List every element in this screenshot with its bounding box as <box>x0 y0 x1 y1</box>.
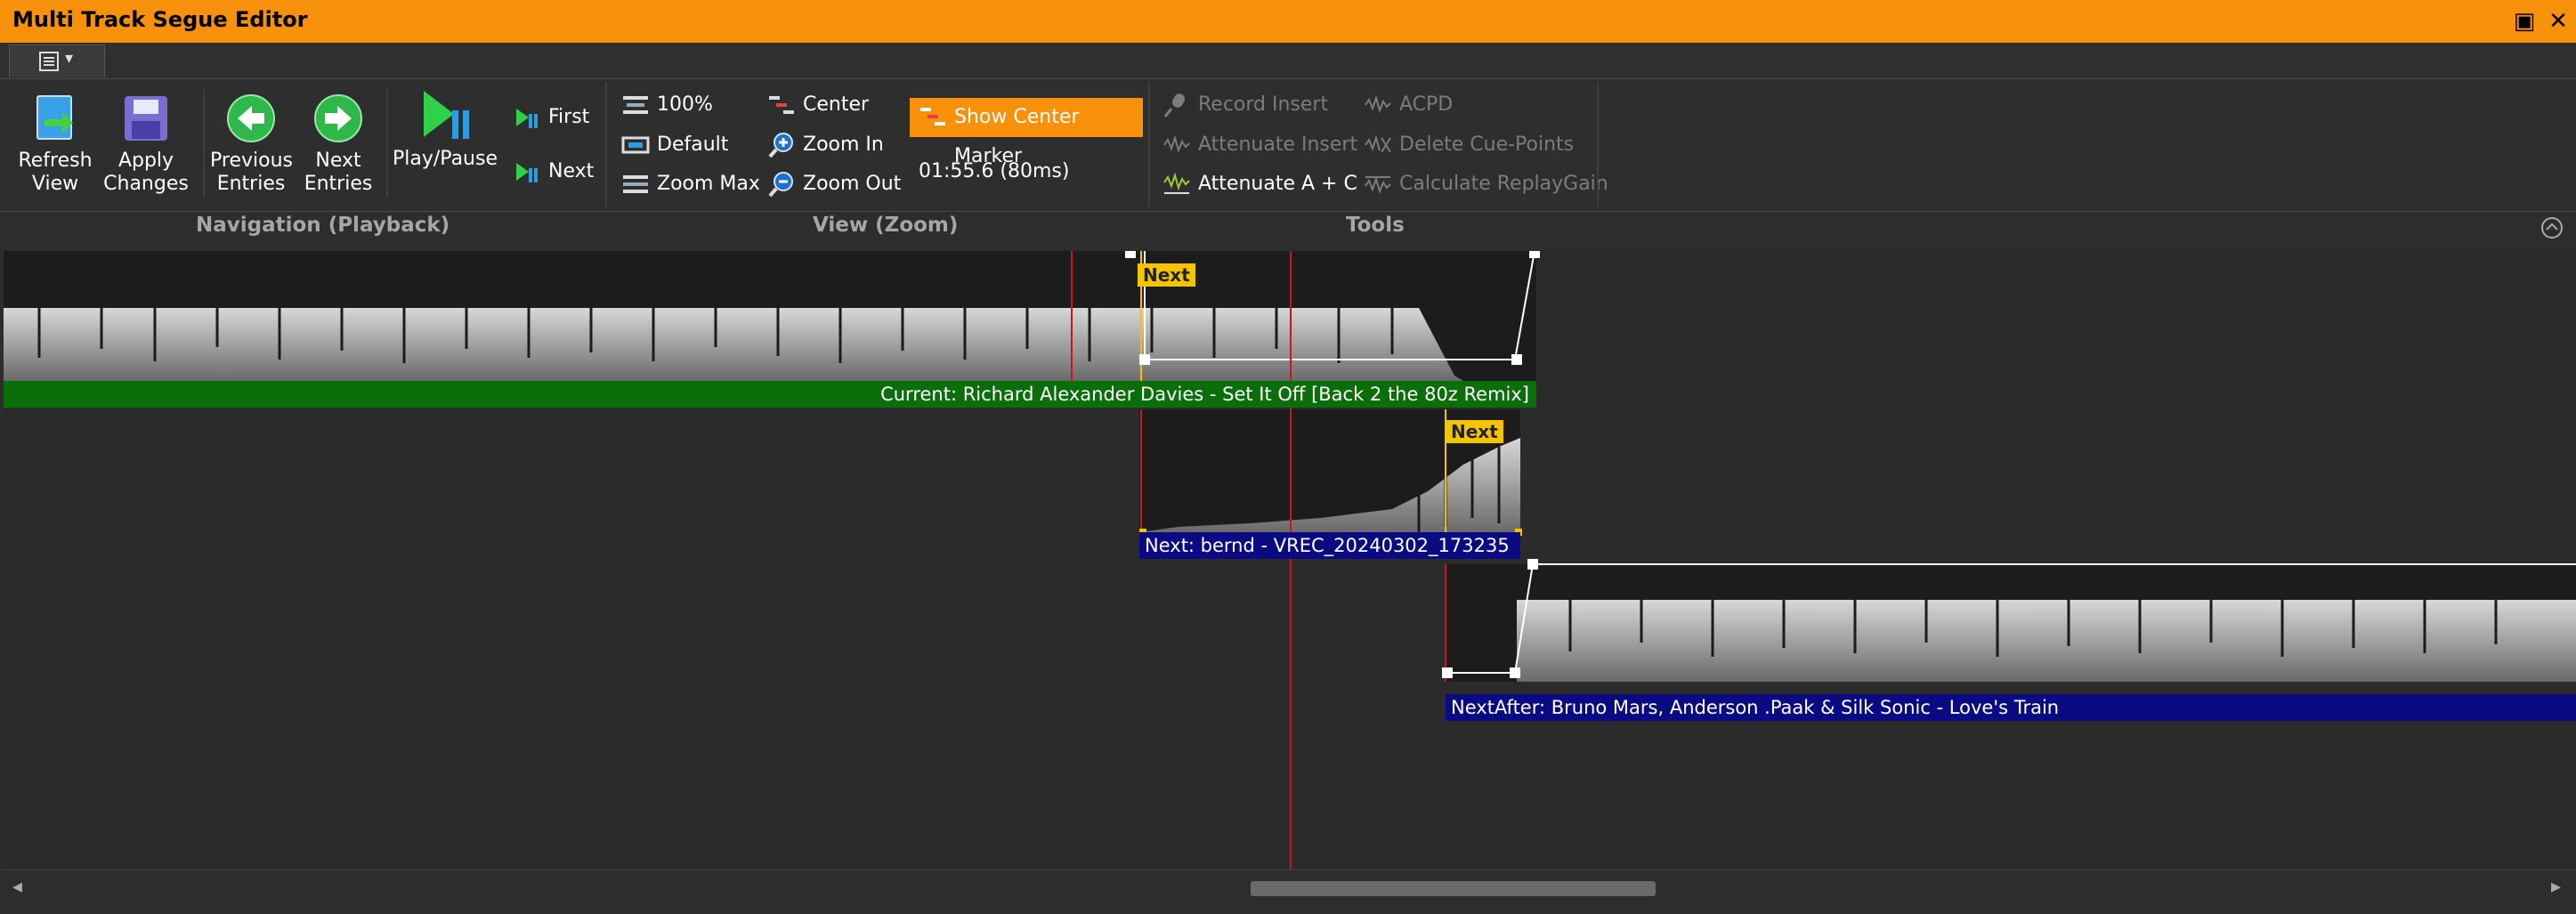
fade-point[interactable] <box>1511 354 1522 365</box>
zoom-in-label: Zoom In <box>803 133 884 156</box>
next-label: Next <box>548 160 595 182</box>
zoom-out-icon <box>768 172 793 198</box>
app-menu-button[interactable]: ▾ <box>9 44 105 77</box>
next-after-waveform <box>1517 600 2576 682</box>
next-entries-label: Next <box>315 150 361 172</box>
first-button[interactable]: First <box>513 102 589 133</box>
next-badge: Next <box>1446 420 1503 443</box>
center-icon <box>769 96 794 114</box>
previous-label-2: Entries <box>216 173 286 195</box>
record-insert-label: Record Insert <box>1198 93 1329 116</box>
calculate-replaygain-label: Calculate ReplayGain <box>1399 173 1608 195</box>
attenuate-insert-label: Attenuate Insert <box>1198 133 1358 156</box>
microphone-icon <box>1163 93 1185 117</box>
navigation-group-label: Navigation (Playback) <box>196 214 450 237</box>
fade-point[interactable] <box>1529 251 1540 258</box>
next-track-label[interactable]: Next: bernd - VREC_20240302_173235 <box>1139 532 1520 559</box>
show-center-marker-toggle[interactable]: Show Center Marker <box>910 98 1143 167</box>
refresh-label: Refresh <box>18 150 93 172</box>
play-pause-button[interactable]: Play/Pause <box>392 87 498 171</box>
apply-label-2: Changes <box>103 173 189 195</box>
acpd-icon <box>1365 94 1391 114</box>
center-button[interactable]: Center <box>767 90 869 120</box>
delete-cue-icon <box>1365 134 1391 153</box>
separator <box>1148 82 1150 206</box>
arrow-left-circle-icon <box>227 94 275 142</box>
separator <box>1597 82 1599 206</box>
next-badge: Next <box>1138 263 1195 287</box>
attenuate-insert-button[interactable]: Attenuate Insert <box>1162 130 1357 160</box>
next-entries-button[interactable]: Next Entries <box>297 93 379 196</box>
play-next-icon <box>516 163 538 182</box>
scroll-right-icon[interactable]: ▸ <box>2551 876 2561 898</box>
previous-label: Previous <box>210 150 293 172</box>
delete-cue-points-label: Delete Cue-Points <box>1399 133 1575 156</box>
delete-cue-points-button[interactable]: Delete Cue-Points <box>1364 130 1574 160</box>
play-pause-icon <box>424 91 469 139</box>
save-floppy-icon <box>125 96 167 141</box>
refresh-label-2: View <box>31 173 79 195</box>
close-button[interactable]: ✕ <box>2542 5 2574 37</box>
zoom-in-button[interactable]: Zoom In <box>767 130 884 160</box>
attenuate-ac-button[interactable]: Attenuate A + C <box>1162 169 1357 199</box>
separator <box>386 89 388 198</box>
window-title: Multi Track Segue Editor <box>12 7 308 32</box>
next-button[interactable]: Next <box>513 157 594 187</box>
zoom-max-label: Zoom Max <box>657 173 760 195</box>
collapse-ribbon-icon[interactable] <box>2540 215 2564 240</box>
zoom-100-label: 100% <box>657 93 713 116</box>
zoom-in-icon <box>768 133 793 158</box>
view-group-label: View (Zoom) <box>813 214 959 237</box>
acpd-button[interactable]: ACPD <box>1364 90 1453 120</box>
apply-label: Apply <box>117 150 174 172</box>
scroll-left-icon[interactable]: ◂ <box>12 876 22 898</box>
play-pause-label: Play/Pause <box>393 148 498 170</box>
waveform-canvas[interactable] <box>4 251 2576 870</box>
zoom-max-button[interactable]: Zoom Max <box>621 169 760 199</box>
menu-strip <box>0 43 2576 78</box>
center-marker-icon <box>920 108 945 125</box>
acpd-label: ACPD <box>1399 93 1454 116</box>
replaygain-icon <box>1365 175 1391 195</box>
document-menu-icon <box>39 52 59 71</box>
zoom-100-icon <box>623 96 648 114</box>
next-entries-label-2: Entries <box>304 173 373 195</box>
fade-point[interactable] <box>1442 667 1453 678</box>
zoom-default-icon <box>621 136 650 154</box>
record-insert-button[interactable]: Record Insert <box>1162 90 1328 120</box>
refresh-view-button[interactable]: Refresh View <box>12 93 98 196</box>
title-bar <box>0 0 2576 43</box>
menu-dropdown-icon: ▾ <box>65 49 74 68</box>
previous-entries-button[interactable]: Previous Entries <box>210 93 293 196</box>
zoom-out-button[interactable]: Zoom Out <box>767 169 901 199</box>
fade-point[interactable] <box>1139 354 1150 365</box>
center-label: Center <box>803 93 870 116</box>
first-label: First <box>548 106 590 128</box>
zoom-100-button[interactable]: 100% <box>621 90 713 120</box>
fade-point[interactable] <box>1510 667 1520 678</box>
position-readout: 01:55.6 (80ms) <box>919 160 1070 182</box>
arrow-right-circle-icon <box>314 94 362 142</box>
attenuate-ac-label: Attenuate A + C <box>1198 173 1357 195</box>
zoom-max-icon <box>623 175 648 193</box>
current-track-label[interactable]: Current: Richard Alexander Davies - Set … <box>4 381 1536 408</box>
scrollbar-thumb[interactable] <box>1251 881 1656 896</box>
fade-point[interactable] <box>1125 251 1136 258</box>
default-label: Default <box>657 133 729 156</box>
default-zoom-button[interactable]: Default <box>621 130 728 160</box>
maximize-button[interactable]: ▣ <box>2508 5 2540 37</box>
separator <box>203 89 205 198</box>
attenuate-ac-icon <box>1163 172 1190 194</box>
play-first-icon <box>516 109 538 128</box>
refresh-icon <box>36 95 73 140</box>
attenuate-wave-icon <box>1163 134 1190 154</box>
calculate-replaygain-button[interactable]: Calculate ReplayGain <box>1364 169 1608 199</box>
timeline-area[interactable]: Next Next Current: Richard Alexander Dav… <box>4 251 2576 870</box>
separator <box>605 82 607 206</box>
next-after-track-label[interactable]: NextAfter: Bruno Mars, Anderson .Paak & … <box>1446 694 2576 721</box>
tools-group-label: Tools <box>1346 214 1405 237</box>
apply-changes-button[interactable]: Apply Changes <box>103 93 189 196</box>
zoom-out-label: Zoom Out <box>803 173 902 195</box>
fade-point[interactable] <box>1527 559 1538 570</box>
